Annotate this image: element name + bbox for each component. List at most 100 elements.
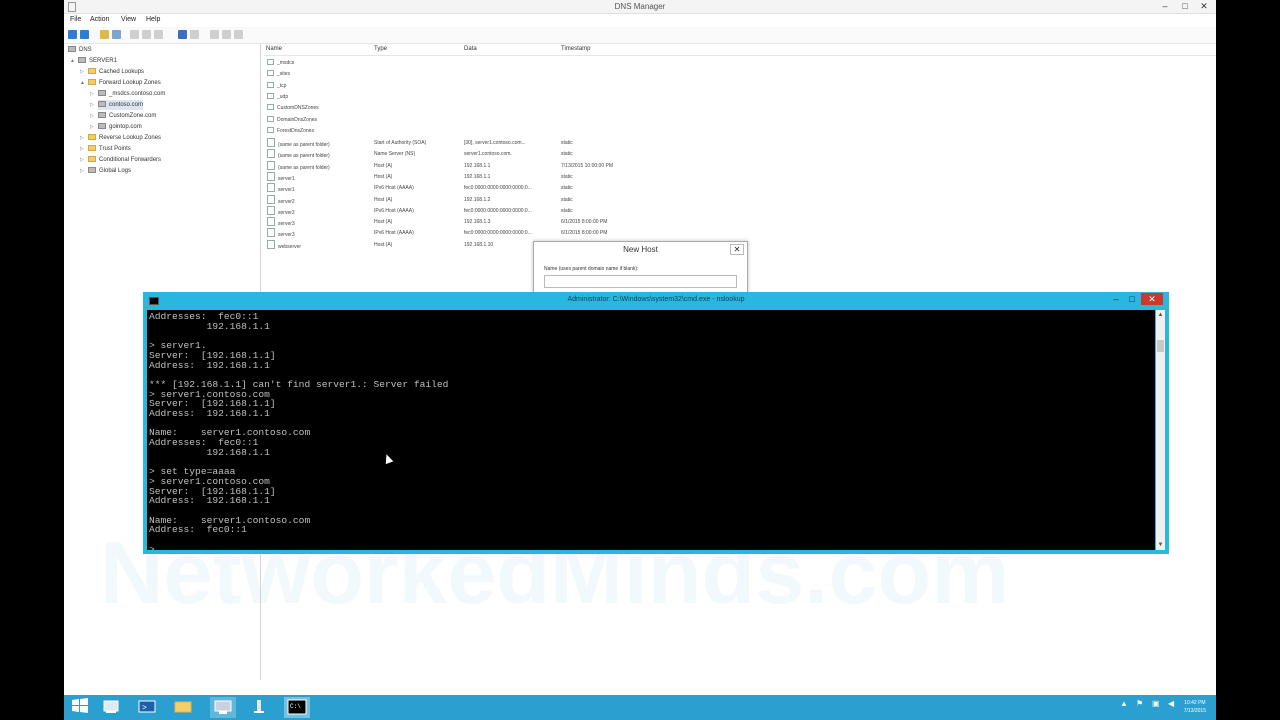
- scroll-thumb[interactable]: [1157, 340, 1164, 352]
- tree-item-msdcs-zone[interactable]: _msdcs.contoso.com: [98, 89, 165, 99]
- flag-icon[interactable]: ⚑: [1136, 699, 1143, 708]
- record-name: server3: [278, 221, 295, 228]
- table-row[interactable]: server3 IPv6 Host (AAAA) fec0:0000:0000:00…: [264, 228, 664, 239]
- close-button[interactable]: ✕: [1196, 1, 1212, 11]
- folder-icon: [267, 92, 274, 99]
- folder-icon: [267, 59, 274, 65]
- list-view-icon[interactable]: [190, 30, 199, 39]
- tree-item-dns[interactable]: DNS: [68, 45, 92, 55]
- folder-icon: [88, 68, 96, 74]
- record-type: IPv6 Host (AAAA): [374, 207, 414, 214]
- record-icon: [267, 160, 275, 170]
- tree-item-contoso-zone[interactable]: contoso.com: [98, 100, 144, 110]
- menu-bar: File Action View Help: [64, 14, 1216, 26]
- up-folder-icon[interactable]: [100, 30, 109, 39]
- tree-item-forward-lookup-zones[interactable]: Forward Lookup Zones: [88, 78, 161, 88]
- tree-item-global-logs[interactable]: Global Logs: [88, 166, 131, 176]
- cmd-maximize-button[interactable]: □: [1125, 293, 1139, 305]
- clock-time: 10:42 PM: [1184, 700, 1206, 706]
- back-icon[interactable]: [68, 30, 77, 39]
- tree-item-gointop-zone[interactable]: gointop.com: [98, 122, 142, 132]
- minimize-button[interactable]: –: [1158, 1, 1172, 11]
- dns-manager-icon[interactable]: [210, 697, 236, 718]
- start-icon[interactable]: [70, 697, 96, 718]
- dialog-close-button[interactable]: ✕: [730, 244, 744, 255]
- scroll-down-icon[interactable]: ▼: [1156, 542, 1165, 548]
- network-icon[interactable]: [248, 697, 274, 718]
- column-header-data[interactable]: Data: [464, 46, 477, 52]
- list-item[interactable]: CustomDNSZones: [264, 103, 664, 114]
- record-type: Host (A): [374, 196, 393, 203]
- list-item[interactable]: DomainDnsZones: [264, 115, 664, 126]
- properties-icon[interactable]: [130, 30, 139, 39]
- tree-item-customzone[interactable]: CustomZone.com: [98, 111, 156, 121]
- show-tree-icon[interactable]: [112, 30, 121, 39]
- table-row[interactable]: server1 IPv6 Host (AAAA) fec0:0000:0000:00…: [264, 183, 664, 194]
- table-row[interactable]: (same as parent folder) Host (A) 192.168.1…: [264, 160, 664, 172]
- list-item[interactable]: ForestDnsZones: [264, 126, 664, 137]
- server-manager-icon[interactable]: [100, 697, 126, 718]
- record-type: IPv6 Host (AAAA): [374, 185, 414, 192]
- console-output-area[interactable]: Addresses: fec0::1 192.168.1.1 > server1…: [147, 310, 1155, 550]
- column-header-type[interactable]: Type: [374, 46, 387, 52]
- scroll-up-icon[interactable]: ▲: [1156, 312, 1165, 318]
- file-explorer-icon[interactable]: [172, 697, 198, 718]
- powershell-icon[interactable]: >: [136, 697, 162, 718]
- tree-item-conditional-forwarders[interactable]: Conditional Forwarders: [88, 155, 161, 165]
- cmd-title: Administrator: C:\Windows\system32\cmd.e…: [567, 296, 745, 303]
- table-row[interactable]: server3 Host (A) 192.168.1.3 6/1/2015 8:00:…: [264, 217, 664, 228]
- tree-item-server1[interactable]: SERVER1: [78, 56, 117, 66]
- cmd-icon[interactable]: C:\: [284, 697, 310, 718]
- maximize-button[interactable]: □: [1178, 1, 1192, 11]
- tree-item-cached-lookups[interactable]: Cached Lookups: [88, 67, 144, 77]
- logs-icon: [88, 167, 96, 173]
- window-title: DNS Manager: [614, 2, 666, 11]
- volume-icon[interactable]: ◀: [1168, 699, 1174, 708]
- help-icon[interactable]: [178, 30, 187, 39]
- svg-text:>: >: [142, 704, 147, 713]
- details-icon[interactable]: [222, 30, 231, 39]
- record-name: webserver: [278, 243, 302, 250]
- record-type: Host (A): [374, 219, 393, 226]
- clock[interactable]: 10:42 PM 7/13/2015: [1184, 699, 1206, 715]
- menu-view[interactable]: View: [121, 16, 136, 23]
- host-name-input[interactable]: [544, 275, 737, 288]
- title-bar[interactable]: DNS Manager – □ ✕: [64, 0, 1216, 14]
- column-header-name[interactable]: Name: [266, 46, 282, 52]
- cmd-close-button[interactable]: ✕: [1141, 293, 1163, 305]
- tree-item-reverse-lookup-zones[interactable]: Reverse Lookup Zones: [88, 133, 161, 143]
- tree-item-trust-points[interactable]: Trust Points: [88, 144, 131, 154]
- network-tray-icon[interactable]: ▣: [1152, 699, 1160, 708]
- record-type: Start of Authority (SOA): [374, 140, 427, 146]
- new-record-icon[interactable]: [210, 30, 219, 39]
- record-timestamp: static: [561, 151, 573, 158]
- table-row[interactable]: (same as parent folder) Name Server (NS) s…: [264, 149, 664, 160]
- cmd-minimize-button[interactable]: –: [1109, 293, 1123, 305]
- table-row[interactable]: (same as parent folder) Start of Authorit…: [264, 138, 664, 149]
- forward-icon[interactable]: [80, 30, 89, 39]
- table-row[interactable]: server2 Host (A) 192.168.1.2 static: [264, 194, 664, 206]
- menu-help[interactable]: Help: [146, 16, 160, 23]
- show-hidden-icons[interactable]: ▲: [1120, 699, 1128, 708]
- list-item[interactable]: _msdcs: [264, 58, 664, 69]
- console-scrollbar[interactable]: ▲ ▼: [1156, 310, 1165, 550]
- column-header-timestamp[interactable]: Timestamp: [561, 46, 590, 52]
- refresh-icon[interactable]: [142, 30, 151, 39]
- list-item[interactable]: _udp: [264, 92, 664, 103]
- list-item[interactable]: _tcp: [264, 81, 664, 92]
- record-icon: [267, 239, 275, 249]
- table-row[interactable]: server1 Host (A) 192.168.1.1 static: [264, 171, 664, 183]
- record-data: 192.168.1.1: [464, 173, 491, 180]
- export-icon[interactable]: [154, 30, 163, 39]
- folder-icon: [267, 70, 274, 77]
- filter-icon[interactable]: [234, 30, 243, 39]
- record-data: fec0:0000:0000:0000:0000:0...: [464, 207, 532, 214]
- record-data: fec0:0000:0000:0000:0000:0...: [464, 185, 532, 192]
- list-item[interactable]: _sites: [264, 69, 664, 80]
- table-row[interactable]: server2 IPv6 Host (AAAA) fec0:0000:0000:00…: [264, 205, 664, 217]
- record-data: 192.168.1.3: [464, 219, 491, 226]
- record-data: 192.168.1.10: [464, 241, 494, 248]
- menu-action[interactable]: Action: [90, 16, 109, 23]
- folder-icon: [88, 79, 96, 85]
- menu-file[interactable]: File: [70, 16, 81, 23]
